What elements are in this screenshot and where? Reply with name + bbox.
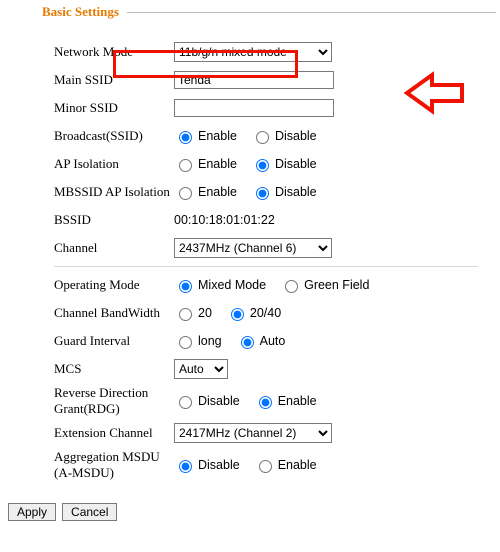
cancel-button[interactable]: Cancel	[62, 503, 117, 521]
enable-label: Enable	[278, 458, 317, 472]
rdg-disable-radio[interactable]	[179, 396, 192, 409]
mcs-select[interactable]: Auto	[174, 359, 228, 379]
extension-channel-select[interactable]: 2417MHz (Channel 2)	[174, 423, 332, 443]
enable-label: Enable	[278, 394, 317, 408]
section-divider	[54, 266, 478, 267]
action-bar: Apply Cancel	[0, 493, 500, 529]
gi-auto-radio[interactable]	[241, 336, 254, 349]
label-minor-ssid: Minor SSID	[54, 100, 174, 116]
amsdu-radios: Disable Enable	[174, 457, 317, 473]
opmode-greenfield-radio[interactable]	[285, 280, 298, 293]
amsdu-disable-radio[interactable]	[179, 460, 192, 473]
mixed-mode-label: Mixed Mode	[198, 278, 266, 292]
bssid-value: 00:10:18:01:01:22	[174, 213, 275, 227]
label-rdg: Reverse Direction Grant(RDG)	[54, 385, 174, 417]
gi-long-radio[interactable]	[179, 336, 192, 349]
mbssid-radios: Enable Disable	[174, 184, 317, 200]
label-channel: Channel	[54, 240, 174, 256]
label-bssid: BSSID	[54, 212, 174, 228]
opmode-mixed-radio[interactable]	[179, 280, 192, 293]
channel-select[interactable]: 2437MHz (Channel 6)	[174, 238, 332, 258]
ap-isolation-radios: Enable Disable	[174, 156, 317, 172]
bw2040-label: 20/40	[250, 306, 281, 320]
enable-label: Enable	[198, 129, 237, 143]
bw-20-radio[interactable]	[179, 308, 192, 321]
long-label: long	[198, 334, 222, 348]
label-mbssid-ap-isolation: MBSSID AP Isolation	[54, 184, 174, 200]
title-divider	[127, 12, 496, 13]
green-field-label: Green Field	[304, 278, 369, 292]
rdg-enable-radio[interactable]	[259, 396, 272, 409]
auto-label: Auto	[260, 334, 286, 348]
disable-label: Disable	[275, 157, 317, 171]
bw-2040-radio[interactable]	[231, 308, 244, 321]
label-ap-isolation: AP Isolation	[54, 156, 174, 172]
disable-label: Disable	[198, 458, 240, 472]
label-operating-mode: Operating Mode	[54, 277, 174, 293]
operating-mode-radios: Mixed Mode Green Field	[174, 277, 369, 293]
title-bar: Basic Settings	[0, 0, 500, 22]
enable-label: Enable	[198, 157, 237, 171]
guard-interval-radios: long Auto	[174, 333, 285, 349]
mbssid-disable-radio[interactable]	[256, 187, 269, 200]
label-network-mode: Network Mode	[54, 44, 174, 60]
label-amsdu-line2: (A-MSDU)	[54, 465, 174, 481]
ap-isolation-disable-radio[interactable]	[256, 159, 269, 172]
label-amsdu: Aggregation MSDU (A-MSDU)	[54, 449, 174, 481]
settings-form: Network Mode 11b/g/n mixed mode Main SSI…	[0, 22, 500, 493]
label-mcs: MCS	[54, 361, 174, 377]
broadcast-enable-radio[interactable]	[179, 131, 192, 144]
mbssid-enable-radio[interactable]	[179, 187, 192, 200]
label-main-ssid: Main SSID	[54, 72, 174, 88]
label-amsdu-line1: Aggregation MSDU	[54, 449, 174, 465]
label-broadcast-ssid: Broadcast(SSID)	[54, 128, 174, 144]
disable-label: Disable	[275, 129, 317, 143]
label-rdg-line2: Grant(RDG)	[54, 401, 174, 417]
disable-label: Disable	[275, 185, 317, 199]
label-rdg-line1: Reverse Direction	[54, 385, 174, 401]
network-mode-select[interactable]: 11b/g/n mixed mode	[174, 42, 332, 62]
label-guard-interval: Guard Interval	[54, 333, 174, 349]
minor-ssid-input[interactable]	[174, 99, 334, 117]
enable-label: Enable	[198, 185, 237, 199]
bw20-label: 20	[198, 306, 212, 320]
broadcast-ssid-radios: Enable Disable	[174, 128, 317, 144]
apply-button[interactable]: Apply	[8, 503, 56, 521]
ap-isolation-enable-radio[interactable]	[179, 159, 192, 172]
disable-label: Disable	[198, 394, 240, 408]
label-extension-channel: Extension Channel	[54, 425, 174, 441]
page-title: Basic Settings	[0, 4, 119, 20]
label-channel-bandwidth: Channel BandWidth	[54, 305, 174, 321]
amsdu-enable-radio[interactable]	[259, 460, 272, 473]
main-ssid-input[interactable]	[174, 71, 334, 89]
bandwidth-radios: 20 20/40	[174, 305, 281, 321]
rdg-radios: Disable Enable	[174, 393, 317, 409]
broadcast-disable-radio[interactable]	[256, 131, 269, 144]
